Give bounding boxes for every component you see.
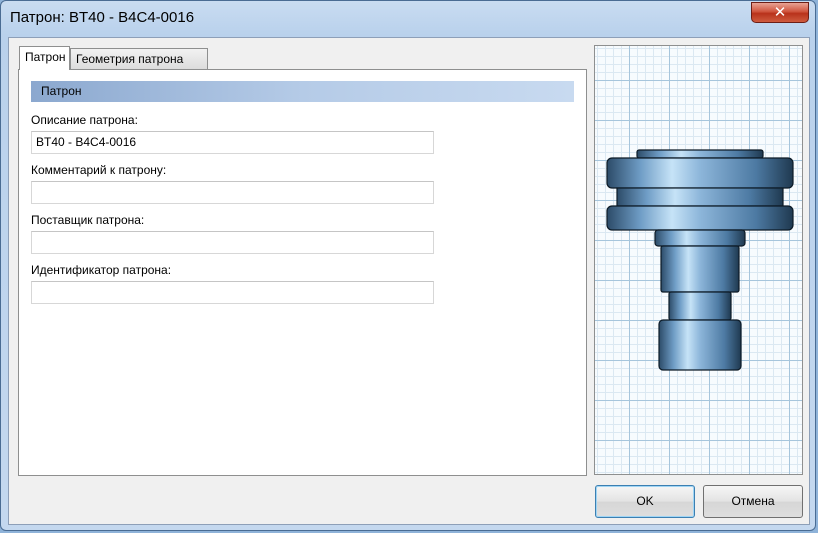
description-label: Описание патрона:	[31, 113, 138, 127]
close-button[interactable]: ✕	[751, 2, 809, 23]
flange-groove	[616, 187, 784, 207]
identifier-field[interactable]	[31, 281, 434, 304]
tab-panel-holder: Патрон Описание патрона: BT40 - B4C4-001…	[18, 69, 587, 476]
dialog-window: Патрон: BT40 - B4C4-0016 ✕ Патрон Геомет…	[0, 0, 816, 531]
holder-neck	[668, 291, 732, 321]
holder-taper	[654, 229, 746, 247]
close-icon: ✕	[773, 4, 787, 21]
flange-top-cap	[636, 149, 764, 159]
comment-label: Комментарий к патрону:	[31, 163, 167, 177]
cancel-button[interactable]: Отмена	[703, 485, 803, 518]
window-title: Патрон: BT40 - B4C4-0016	[10, 9, 195, 26]
flange-lower-ring	[606, 205, 794, 231]
tab-holder[interactable]: Патрон	[19, 46, 70, 70]
section-header: Патрон	[31, 81, 574, 102]
comment-field[interactable]	[31, 181, 434, 204]
description-field[interactable]: BT40 - B4C4-0016	[31, 131, 434, 154]
holder-body	[660, 245, 740, 293]
identifier-label: Идентификатор патрона:	[31, 263, 172, 277]
ok-button[interactable]: OK	[595, 485, 695, 518]
tab-holder-geometry[interactable]: Геометрия патрона	[70, 48, 208, 69]
tool-holder-3d-icon	[606, 149, 794, 371]
holder-preview[interactable]	[594, 45, 803, 475]
dialog-client-area: Патрон Геометрия патрона Патрон Описание…	[8, 37, 810, 525]
flange-upper-ring	[606, 157, 794, 189]
supplier-label: Поставщик патрона:	[31, 213, 145, 227]
holder-nose	[658, 319, 742, 371]
supplier-field[interactable]	[31, 231, 434, 254]
title-bar[interactable]: Патрон: BT40 - B4C4-0016 ✕	[1, 1, 815, 37]
